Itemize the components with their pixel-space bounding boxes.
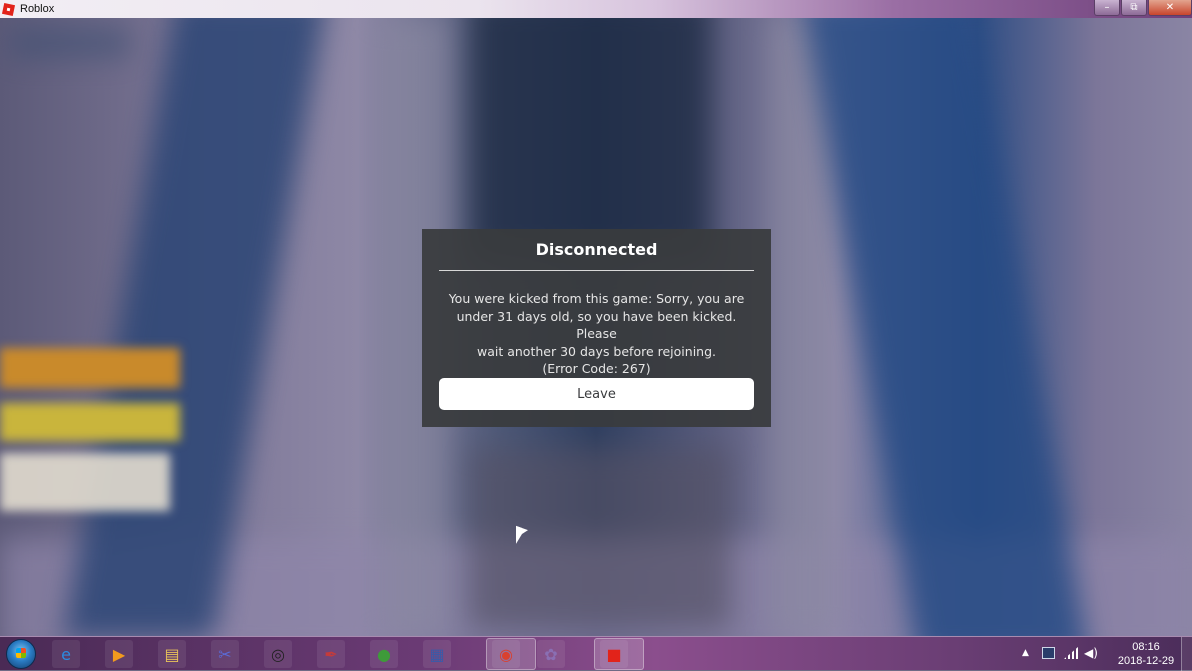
start-button[interactable] <box>6 639 36 669</box>
dialog-title: Disconnected <box>535 240 658 259</box>
taskbar-clock[interactable]: 08:16 2018-12-29 <box>1114 640 1178 668</box>
language-flag-icon[interactable] <box>1042 647 1055 659</box>
show-desktop-button[interactable] <box>1181 637 1192 671</box>
blurred-menu-button <box>0 403 180 441</box>
disconnected-dialog: Disconnected You were kicked from this g… <box>422 229 771 427</box>
snipping-tool-icon[interactable]: ✂ <box>211 640 239 668</box>
brush-app-icon[interactable]: ✒ <box>317 640 345 668</box>
close-button[interactable]: ✕ <box>1148 0 1192 16</box>
error-code: (Error Code: 267) <box>542 361 651 376</box>
message-line: You were kicked from this game: Sorry, y… <box>448 291 745 306</box>
mouse-cursor-icon <box>516 525 528 549</box>
blurred-menu-button <box>0 348 180 388</box>
window-controls: – ⧉ ✕ <box>1093 0 1192 16</box>
paint-icon[interactable]: ✿ <box>537 640 565 668</box>
roblox-app-icon <box>1 2 16 16</box>
minimize-button[interactable]: – <box>1094 0 1120 16</box>
dialog-message: You were kicked from this game: Sorry, y… <box>439 290 754 378</box>
taskbar: e ▶ ▤ ✂ ◎ ✒ ● ▦ ◉ ✿ ■ ▲ ◀) 08:16 2018-12-29 <box>0 636 1192 671</box>
network-signal-icon[interactable] <box>1064 647 1078 659</box>
media-player-icon[interactable]: ▶ <box>105 640 133 668</box>
leave-button[interactable]: Leave <box>439 378 754 410</box>
system-tray: ▲ ◀) 08:16 2018-12-29 <box>1022 637 1192 671</box>
dialog-divider <box>439 270 754 271</box>
window-title-bar[interactable]: Roblox – ⧉ ✕ <box>0 0 1192 18</box>
chrome-icon[interactable]: ◉ <box>492 640 520 668</box>
background-avatar <box>470 448 730 628</box>
clock-date: 2018-12-29 <box>1117 655 1175 667</box>
message-line: under 31 days old, so you have been kick… <box>456 308 737 342</box>
restore-button[interactable]: ⧉ <box>1121 0 1147 16</box>
internet-explorer-icon[interactable]: e <box>52 640 80 668</box>
blurred-topbar-icons <box>10 28 130 58</box>
clock-time: 08:16 <box>1132 641 1160 653</box>
obs-icon[interactable]: ◎ <box>264 640 292 668</box>
tray-expand-arrow-icon[interactable]: ▲ <box>1022 648 1029 658</box>
volume-icon[interactable]: ◀) <box>1084 646 1098 660</box>
file-explorer-icon[interactable]: ▤ <box>158 640 186 668</box>
message-line: wait another 30 days before rejoining. <box>476 343 717 359</box>
background-doorway <box>470 18 710 258</box>
green-globe-app-icon[interactable]: ● <box>370 640 398 668</box>
window-title: Roblox <box>20 3 55 15</box>
roblox-icon[interactable]: ■ <box>600 640 628 668</box>
blurred-menu-panel <box>0 453 170 511</box>
task-manager-icon[interactable]: ▦ <box>423 640 451 668</box>
